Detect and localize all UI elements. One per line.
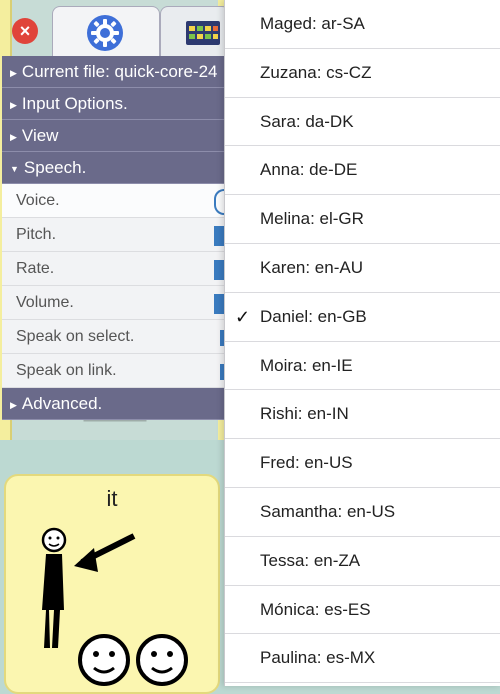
checkmark-icon: ✓ [235, 306, 251, 327]
section-advanced[interactable]: ▶ Advanced. [2, 388, 224, 420]
section-speech-label: Speech. [23, 158, 87, 177]
symbol-card-it[interactable]: it [4, 474, 220, 694]
section-current-file-label: Current file: quick-core-24 [21, 62, 218, 81]
settings-menu: ▶ Current file: quick-core-24 ▶ Input Opti… [2, 56, 224, 420]
voice-option-label: Rishi: en-IN [260, 404, 349, 424]
chevron-down-icon: ▼ [10, 163, 19, 174]
voice-option[interactable]: Karen: en-AU [225, 244, 500, 293]
voice-option[interactable]: Melina: el-GR [225, 195, 500, 244]
speech-row-label: Pitch. [16, 226, 57, 243]
speech-row-label: Speak on link. [16, 362, 117, 379]
section-speech[interactable]: ▼ Speech. [2, 152, 224, 184]
voice-option-label: Tessa: en-ZA [260, 550, 361, 570]
voice-option[interactable]: Mónica: es-ES [225, 586, 500, 635]
voice-option-label: Sara: da-DK [260, 111, 354, 131]
voice-dropdown-list: Maged: ar-SA Zuzana: cs-CZ Sara: da-DK A… [224, 0, 500, 686]
tab-settings[interactable] [52, 6, 160, 56]
voice-option[interactable]: Samantha: en-US [225, 488, 500, 537]
section-advanced-label: Advanced. [21, 394, 103, 413]
speech-row-volume: Volume. [2, 286, 224, 320]
voice-option-label: Maged: ar-SA [260, 14, 365, 33]
close-button[interactable]: × [12, 18, 38, 44]
gear-icon [87, 15, 123, 51]
speech-row-pitch: Pitch. [2, 218, 224, 252]
symbol-card-it-label: it [106, 486, 118, 511]
speech-row-label: Voice. [16, 192, 60, 209]
voice-option-label: Paulina: es-MX [260, 648, 376, 668]
voice-option[interactable]: Anna: de-DE [225, 146, 500, 196]
rate-slider[interactable] [214, 260, 224, 280]
section-view[interactable]: ▶ View [2, 120, 224, 152]
section-current-file[interactable]: ▶ Current file: quick-core-24 [2, 56, 224, 88]
voice-option-label: Anna: de-DE [260, 160, 358, 180]
chevron-right-icon: ▶ [10, 99, 17, 110]
volume-slider[interactable] [214, 294, 224, 314]
voice-option-label: Mónica: es-ES [260, 599, 371, 619]
speech-row-label: Speak on select. [16, 328, 135, 345]
section-input-options-label: Input Options. [21, 94, 128, 113]
voice-option[interactable]: Zuzana: cs-CZ [225, 49, 500, 98]
voice-option-label: Moira: en-IE [260, 355, 353, 375]
speech-row-speak-on-select: Speak on select. [2, 320, 224, 354]
voice-option-label: Zuzana: cs-CZ [260, 62, 372, 82]
voice-option-label: Melina: el-GR [260, 209, 364, 229]
voice-option[interactable]: Tessa: en-ZA [225, 537, 500, 586]
voice-option[interactable]: Sara: da-DK [225, 98, 500, 147]
voice-option-label: Samantha: en-US [260, 501, 396, 521]
voice-option-selected[interactable]: ✓ Daniel: en-GB [225, 293, 500, 342]
voice-option[interactable]: Fred: en-US [225, 439, 500, 488]
chevron-right-icon: ▶ [10, 399, 17, 410]
chevron-right-icon: ▶ [10, 131, 17, 142]
speech-row-label: Rate. [16, 260, 55, 277]
top-toolbar: × [0, 0, 230, 56]
voice-option[interactable]: Rishi: en-IN [225, 390, 500, 440]
voice-selector-control[interactable] [214, 189, 224, 215]
speech-row-speak-on-link: Speak on link. [2, 354, 224, 388]
voice-option-label: Fred: en-US [260, 453, 353, 473]
it-pictogram-icon [41, 527, 188, 686]
keyboard-icon [186, 21, 220, 45]
pitch-slider[interactable] [214, 226, 224, 246]
speech-row-label: Volume. [16, 294, 74, 311]
voice-option[interactable]: Moira: en-IE [225, 342, 500, 391]
voice-option-label: Karen: en-AU [260, 257, 363, 277]
tab-keyboard[interactable] [160, 6, 230, 56]
voice-option[interactable]: Paulina: es-MX [225, 634, 500, 684]
section-view-label: View [21, 126, 59, 145]
speech-row-rate: Rate. [2, 252, 224, 286]
section-input-options[interactable]: ▶ Input Options. [2, 88, 224, 120]
voice-option-label: Daniel: en-GB [260, 306, 367, 326]
chevron-right-icon: ▶ [10, 67, 17, 78]
voice-option[interactable]: Maged: ar-SA [225, 0, 500, 49]
speech-row-voice[interactable]: Voice. [2, 184, 224, 218]
